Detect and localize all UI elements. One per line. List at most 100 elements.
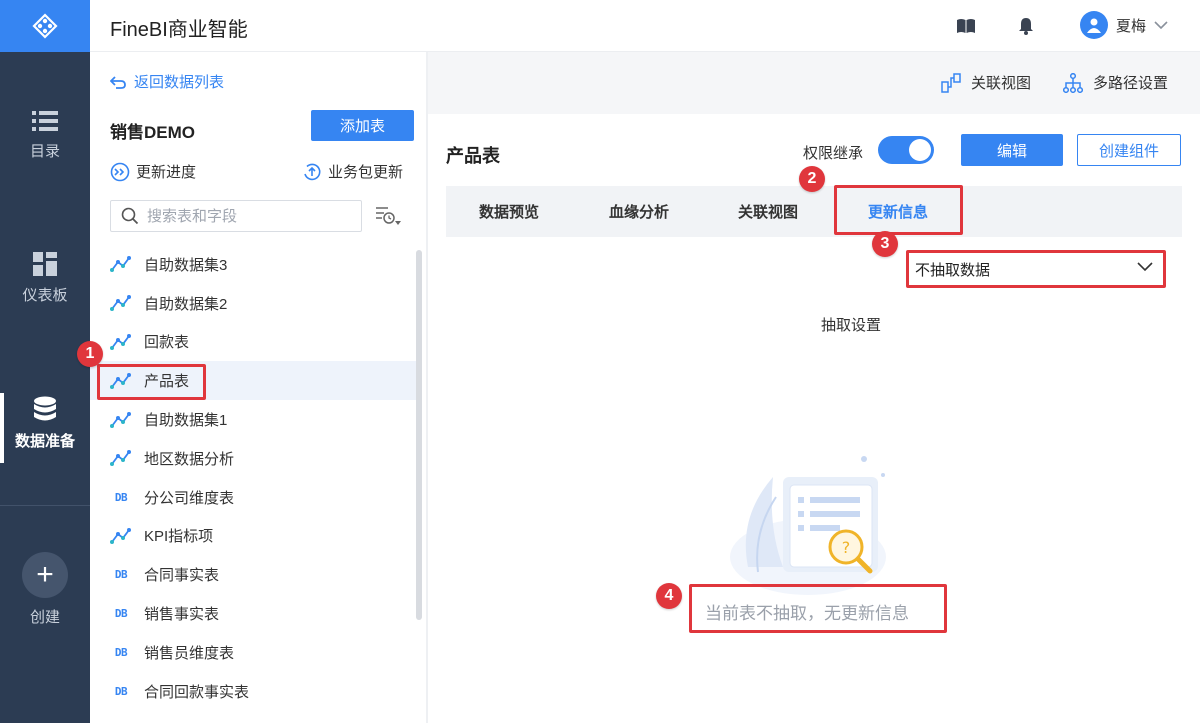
logo-icon — [32, 13, 58, 39]
table-list-item-label: 自助数据集1 — [144, 412, 228, 430]
table-list-item[interactable]: DB 合同事实表 — [90, 555, 416, 594]
tab-relation-view[interactable]: 关联视图 — [738, 186, 798, 237]
table-list-item[interactable]: KPI指标项 — [90, 517, 416, 556]
relation-view-button[interactable]: 关联视图 — [941, 72, 1031, 93]
self-dataset-icon — [110, 527, 132, 544]
table-list-item-label: 自助数据集2 — [144, 295, 228, 313]
table-list-item-label: 销售员维度表 — [144, 644, 235, 662]
multipath-label: 多路径设置 — [1093, 75, 1169, 92]
table-list-item[interactable]: DB 销售员维度表 — [90, 633, 416, 672]
app-logo[interactable] — [0, 0, 90, 52]
book-icon[interactable] — [956, 16, 976, 36]
update-progress-button[interactable]: 更新进度 — [110, 161, 196, 182]
detail-tabs: 数据预览 血缘分析 关联视图 更新信息 — [446, 186, 1182, 237]
self-dataset-icon — [110, 295, 132, 312]
list-icon — [32, 111, 58, 131]
self-dataset-icon — [110, 450, 132, 467]
nav-item-dashboard[interactable]: 仪表板 — [0, 252, 90, 305]
nav-label: 数据准备 — [14, 433, 75, 450]
filter-sort-icon[interactable] — [374, 204, 402, 228]
table-list-item-label: 分公司维度表 — [144, 489, 235, 507]
tab-data-preview[interactable]: 数据预览 — [479, 186, 539, 237]
annotation-badge: 1 — [77, 341, 103, 367]
table-list-item[interactable]: DB 销售事实表 — [90, 594, 416, 633]
bell-icon[interactable] — [1016, 16, 1036, 36]
table-list-item[interactable]: 自助数据集2 — [90, 284, 416, 323]
db-icon: DB — [110, 685, 132, 698]
table-list-item-label: 合同事实表 — [144, 567, 220, 585]
hierarchy-icon — [1063, 72, 1083, 93]
permission-label: 权限继承 — [803, 145, 864, 162]
db-icon-text: DB — [114, 607, 128, 621]
nav-label: 创建 — [29, 609, 60, 626]
db-icon-text: DB — [114, 645, 128, 659]
table-title: 产品表 — [446, 146, 500, 166]
table-list-item[interactable]: DB 分公司维度表 — [90, 478, 416, 517]
nav-item-catalog[interactable]: 目录 — [0, 110, 90, 161]
table-list-item-label: 地区数据分析 — [144, 450, 235, 468]
nav-label: 仪表板 — [22, 287, 68, 304]
app-title: FineBI商业智能 — [110, 19, 248, 41]
self-dataset-icon — [110, 333, 132, 350]
nav-item-create[interactable]: + 创建 — [0, 552, 90, 627]
avatar — [1080, 11, 1108, 39]
plus-icon: + — [22, 552, 68, 598]
update-progress-label: 更新进度 — [136, 164, 197, 181]
table-list-item[interactable]: 自助数据集3 — [90, 245, 416, 284]
permission-toggle[interactable] — [878, 136, 934, 164]
edit-button[interactable]: 编辑 — [961, 134, 1063, 166]
svg-text:?: ? — [842, 538, 851, 557]
search-icon — [121, 207, 139, 225]
dashboard-icon — [33, 252, 57, 276]
user-icon — [1087, 18, 1101, 33]
db-icon-text: DB — [114, 490, 128, 504]
empty-state-illustration: ? — [730, 456, 886, 595]
table-list-item-label: 合同回款事实表 — [144, 683, 250, 701]
multipath-settings-button[interactable]: 多路径设置 — [1063, 72, 1168, 93]
extract-setting-label: 抽取设置 — [821, 317, 882, 334]
table-list-item[interactable]: 自助数据集1 — [90, 400, 416, 439]
table-list-item[interactable]: 地区数据分析 — [90, 439, 416, 478]
main-nav: 目录 仪表板 数据准备 + 创建 — [0, 0, 90, 723]
highlight-empty-message — [689, 584, 947, 633]
relation-view-label: 关联视图 — [971, 75, 1032, 92]
progress-icon — [110, 162, 130, 181]
database-icon — [34, 396, 56, 421]
create-component-button[interactable]: 创建组件 — [1077, 134, 1181, 166]
package-title: 销售DEMO — [110, 123, 195, 142]
package-update-button[interactable]: 业务包更新 — [302, 161, 403, 182]
nav-label: 目录 — [29, 143, 60, 160]
tab-lineage[interactable]: 血缘分析 — [609, 186, 669, 237]
search-box — [110, 200, 362, 232]
back-arrow-icon — [110, 75, 126, 89]
user-menu[interactable]: 夏梅 — [1080, 11, 1168, 39]
db-icon: DB — [110, 568, 132, 581]
db-icon-text: DB — [114, 684, 128, 698]
user-name: 夏梅 — [1116, 17, 1147, 35]
db-icon-text: DB — [114, 568, 128, 582]
back-link-label: 返回数据列表 — [134, 74, 225, 91]
toggle-knob — [909, 139, 931, 161]
db-icon: DB — [110, 491, 132, 504]
highlight-product-table — [97, 364, 206, 400]
list-scrollbar[interactable] — [416, 250, 422, 620]
upload-refresh-icon — [304, 163, 321, 180]
top-header: FineBI商业智能 夏梅 — [90, 0, 1200, 52]
search-input[interactable] — [147, 207, 347, 225]
highlight-extract-select — [906, 250, 1166, 288]
relation-icon — [941, 72, 961, 93]
annotation-badge: 2 — [799, 166, 825, 192]
annotation-badge: 3 — [872, 231, 898, 257]
table-list-item-label: 自助数据集3 — [144, 256, 228, 274]
annotation-badge: 4 — [656, 583, 682, 609]
table-list-item[interactable]: DB 合同回款事实表 — [90, 672, 416, 711]
table-list-item[interactable]: 回款表 — [90, 323, 416, 362]
db-icon: DB — [110, 646, 132, 659]
db-icon: DB — [110, 607, 132, 620]
back-to-list-link[interactable]: 返回数据列表 — [110, 71, 224, 92]
nav-item-data-prep[interactable]: 数据准备 — [0, 396, 90, 451]
self-dataset-icon — [110, 411, 132, 428]
add-table-button[interactable]: 添加表 — [311, 110, 414, 141]
package-update-label: 业务包更新 — [328, 164, 404, 181]
table-list-item-label: 销售事实表 — [144, 606, 220, 624]
